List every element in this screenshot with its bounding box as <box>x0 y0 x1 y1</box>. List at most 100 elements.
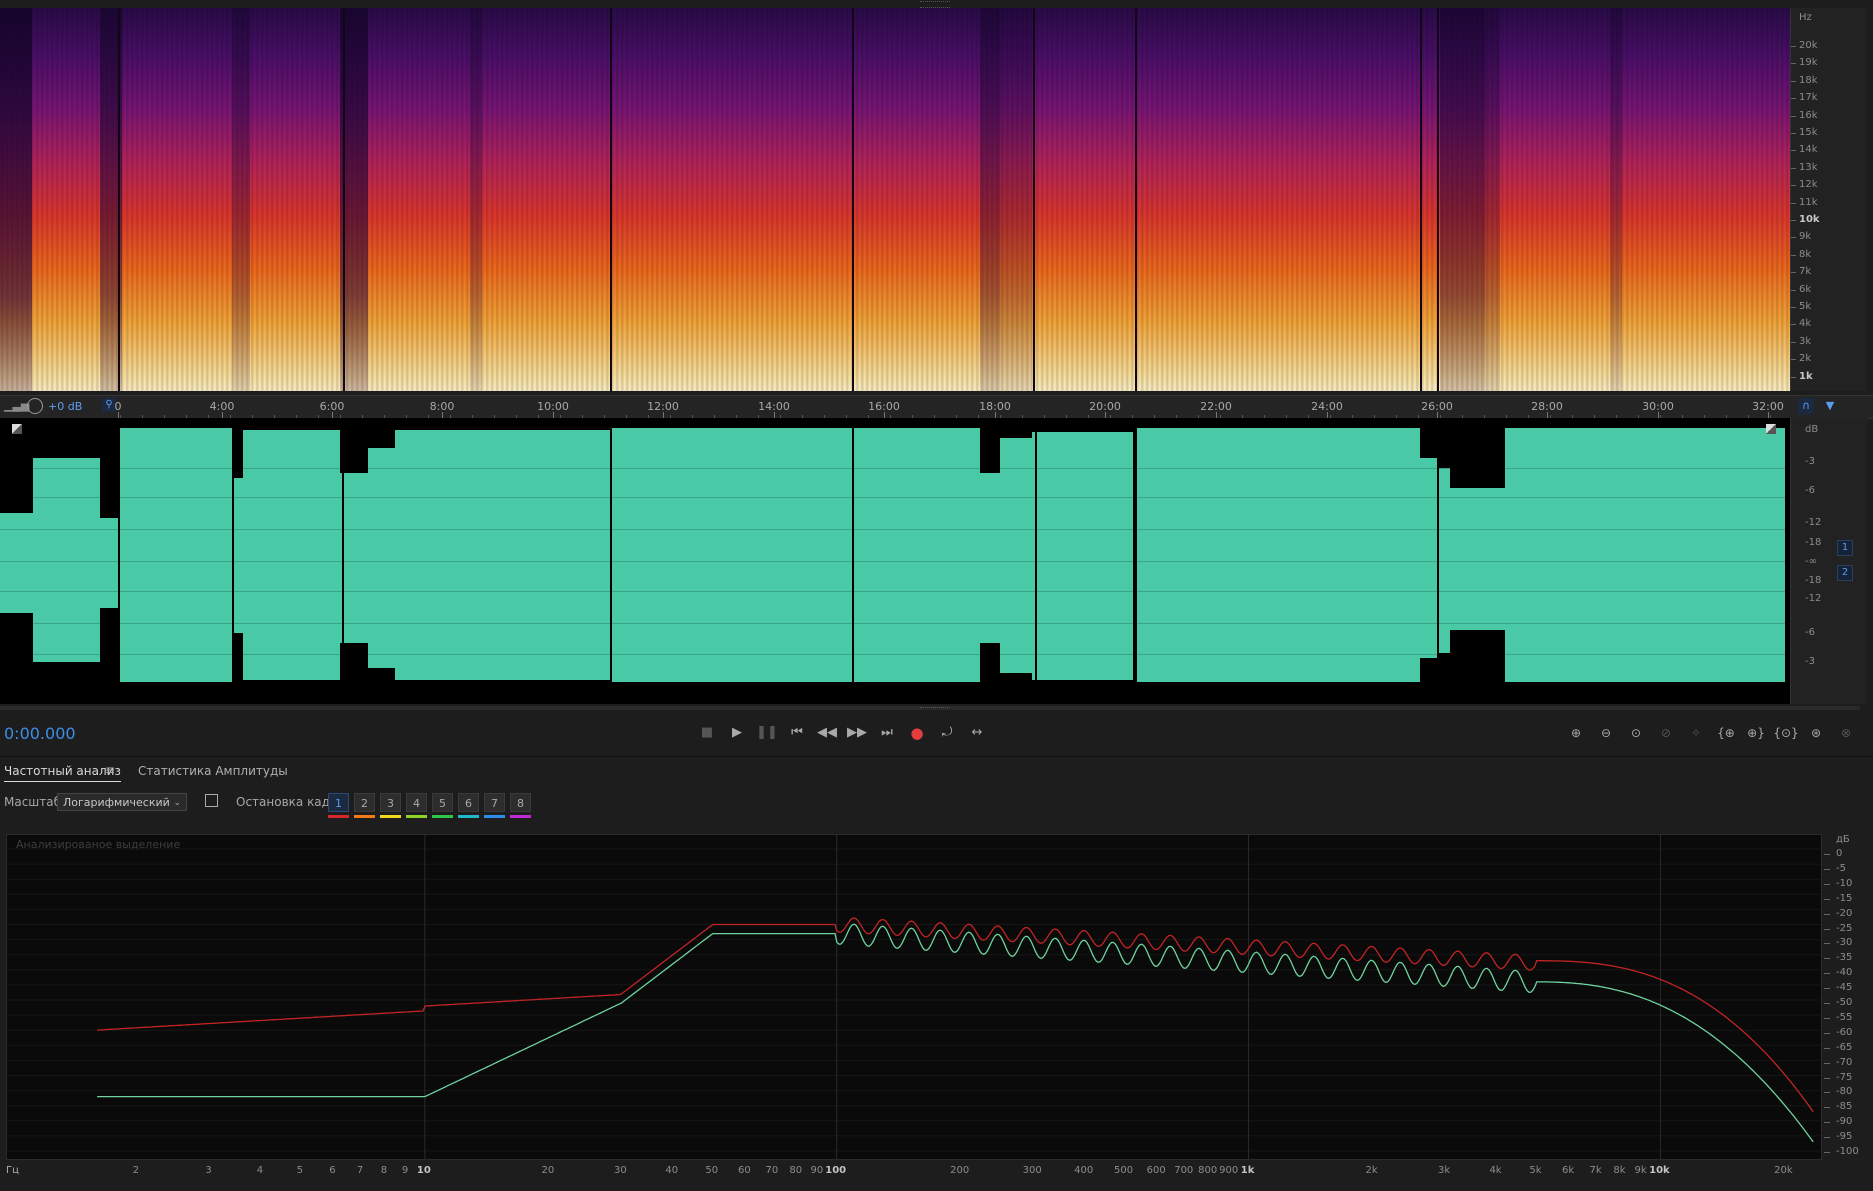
amplitude-unit-label: dB <box>1805 424 1819 435</box>
freeze-frame-5-button[interactable]: 5 <box>432 793 453 812</box>
waveform-display[interactable] <box>0 418 1790 704</box>
freeze-frame-8-button[interactable]: 8 <box>510 793 531 812</box>
analysis-hz-label: 3 <box>205 1165 212 1176</box>
waveform-segment <box>1420 458 1437 658</box>
waveform-gridline <box>0 497 1790 498</box>
analysis-hz-label: 8 <box>380 1165 388 1176</box>
analysis-db-tick <box>1824 1017 1830 1019</box>
zoom-to-selection-icon[interactable]: ✧ <box>1683 722 1709 744</box>
zoom-time-icon[interactable]: ⊛ <box>1803 722 1829 744</box>
amplitude-db-label: -3 <box>1805 456 1815 467</box>
freeze-frame-6-button[interactable]: 6 <box>458 793 479 812</box>
analysis-hz-label: 3k <box>1437 1165 1451 1176</box>
top-resize-handle[interactable] <box>920 1 950 8</box>
waveform-segment <box>1505 428 1785 682</box>
panel-menu-icon[interactable]: ≡ <box>105 763 115 777</box>
freeze-frame-7-button[interactable]: 7 <box>484 793 505 812</box>
spectral-track-boundary <box>852 8 854 391</box>
spectral-track-boundary <box>1033 8 1035 391</box>
play-button[interactable]: ▶ <box>725 722 749 744</box>
freeze-frame-1-button[interactable]: 1 <box>328 793 349 812</box>
channel-2-toggle[interactable]: 2 <box>1837 565 1853 581</box>
timeline-ruler[interactable]: ▁▃▅ +0 dB ⚲ 0 4:00 6:00 8:00 10:00 12:00 14:00… <box>0 395 1873 419</box>
zoom-in-amplitude-icon[interactable]: ⊕ <box>1563 722 1589 744</box>
db-offset-readout[interactable]: +0 dB <box>48 400 82 413</box>
amplitude-db-label: -∞ <box>1805 556 1817 567</box>
waveform-gridline <box>0 561 1790 562</box>
analysis-hz-label: 2k <box>1365 1165 1378 1176</box>
spectral-hz-label: 14k <box>1799 144 1818 156</box>
zoom-reset-icon[interactable]: ⊙ <box>1623 722 1649 744</box>
zoom-in-right-icon[interactable]: ⊕} <box>1743 722 1769 744</box>
zoom-full-icon[interactable]: {⊙} <box>1773 722 1799 744</box>
spectral-hz-tick <box>1791 272 1796 274</box>
tab-amplitude-statistics[interactable]: Статистика Амплитуды <box>138 764 288 778</box>
analysis-db-tick <box>1824 973 1830 975</box>
analysis-hz-label: 70 <box>765 1165 779 1176</box>
skip-selection-button[interactable]: ↔ <box>965 722 989 744</box>
spectral-hz-label: 10k <box>1799 214 1820 225</box>
bottom-resize-handle[interactable] <box>920 707 950 711</box>
copy-icon[interactable] <box>205 794 218 807</box>
analysis-db-tick <box>1824 1062 1830 1064</box>
analysis-hz-label: 5k <box>1529 1165 1542 1176</box>
analysis-db-label: -30 <box>1836 937 1853 949</box>
analysis-hz-label: 400 <box>1074 1165 1094 1176</box>
spectral-hz-label: 18k <box>1799 74 1818 86</box>
chevron-down-icon: ⌄ <box>173 798 181 808</box>
pause-button[interactable]: ❚❚ <box>755 722 779 744</box>
spectral-quiet-region <box>1610 8 1622 391</box>
zoom-out-full-icon[interactable]: ⊗ <box>1833 722 1859 744</box>
level-meter-icon[interactable]: ▁▃▅ <box>4 399 29 412</box>
loop-playback-button[interactable]: ⤾ <box>935 722 959 744</box>
zoom-out-amplitude-icon[interactable]: ⊖ <box>1593 722 1619 744</box>
clock-icon[interactable] <box>27 398 43 414</box>
rewind-button[interactable]: ◀◀ <box>815 722 839 744</box>
freeze-frame-2-button[interactable]: 2 <box>354 793 375 812</box>
spectral-hz-tick <box>1791 237 1796 239</box>
zoom-in-left-icon[interactable]: {⊕ <box>1713 722 1739 744</box>
spectral-track-boundary <box>118 8 120 391</box>
tab-frequency-analysis[interactable]: Частотный анализ <box>4 764 121 782</box>
headphones-icon[interactable]: ∩ <box>1798 398 1814 414</box>
current-time-readout[interactable]: 0:00.000 <box>4 724 76 743</box>
freeze-frame-3-button[interactable]: 3 <box>380 793 401 812</box>
waveform-gridline <box>0 591 1790 592</box>
freeze-frame-4-color <box>406 815 427 818</box>
analysis-db-tick <box>1824 883 1830 885</box>
analysis-db-tick <box>1824 1047 1830 1049</box>
spectral-hz-label: 17k <box>1799 92 1818 104</box>
freeze-frame-4-button[interactable]: 4 <box>406 793 427 812</box>
go-to-end-button[interactable]: ⏭ <box>875 722 899 744</box>
analysis-hz-label: 1k <box>1240 1165 1255 1176</box>
zoom-corner-icon-right[interactable] <box>1766 424 1776 434</box>
spectral-track-boundary <box>610 8 612 391</box>
waveform-segment <box>1000 438 1032 673</box>
analysis-db-label: -90 <box>1836 1116 1853 1128</box>
scale-dropdown[interactable]: Логарифмический ⌄ <box>57 793 187 811</box>
spectral-hz-tick <box>1791 115 1796 117</box>
stop-button[interactable]: ■ <box>695 722 719 744</box>
channel-1-toggle[interactable]: 1 <box>1837 540 1853 556</box>
waveform-segment <box>854 428 980 682</box>
frequency-analysis-plot[interactable] <box>6 834 1822 1160</box>
analysis-hz-label: 6 <box>329 1165 336 1176</box>
spectral-quiet-region <box>470 8 482 391</box>
amplitude-db-label: -18 <box>1805 537 1822 548</box>
spectral-hz-label: 15k <box>1799 127 1818 138</box>
spectral-frequency-ruler: Hz 20k 19k 18k 17k 16k 15k 14k 13k 12k 11k 10k 9k 8k… <box>1790 8 1867 391</box>
go-to-start-button[interactable]: ⏮ <box>785 722 809 744</box>
analysis-db-label: -85 <box>1836 1101 1853 1113</box>
waveform-segment <box>0 513 33 613</box>
fast-forward-button[interactable]: ▶▶ <box>845 722 869 744</box>
spectral-track-boundary <box>1135 8 1137 391</box>
spectral-hz-tick <box>1791 202 1796 204</box>
marker-icon[interactable]: ▼ <box>1822 398 1838 414</box>
zoom-corner-icon[interactable] <box>12 424 22 434</box>
spectral-hz-tick <box>1791 324 1796 326</box>
record-button[interactable]: ● <box>905 722 929 744</box>
analysis-db-tick <box>1824 943 1830 945</box>
spectral-hz-tick <box>1791 133 1796 134</box>
analysis-db-tick <box>1824 928 1830 930</box>
zoom-selection-icon[interactable]: ⊘ <box>1653 722 1679 744</box>
